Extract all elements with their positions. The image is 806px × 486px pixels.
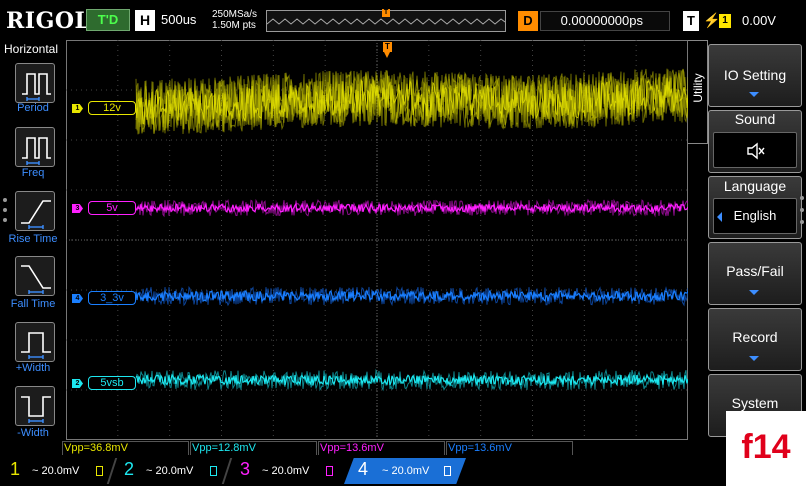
- delay-badge[interactable]: D: [518, 11, 538, 31]
- scroll-dot: [800, 196, 804, 200]
- utility-tab[interactable]: Utility: [688, 40, 708, 144]
- ch1-number: 1: [10, 459, 21, 479]
- period-icon: [22, 73, 51, 101]
- memory-position-bar[interactable]: T: [266, 9, 506, 32]
- ch2-number: 2: [124, 459, 135, 479]
- sample-rate: 250MSa/s: [212, 9, 258, 20]
- memory-depth: 1.50M pts: [212, 20, 256, 31]
- waveform-display[interactable]: T 1 12v 3 5v 4 3_3v 2 5vsb: [66, 40, 688, 440]
- scroll-dot: [800, 220, 804, 224]
- horizontal-badge[interactable]: H: [135, 10, 155, 31]
- negative-width-icon: [21, 396, 51, 423]
- io-setting-label: IO Setting: [723, 67, 787, 83]
- scroll-dot: [800, 208, 804, 212]
- panel-title: Horizontal: [4, 42, 59, 56]
- memory-trigger-marker: T: [382, 9, 390, 17]
- positive-width-icon: [21, 332, 51, 359]
- period-button[interactable]: [15, 63, 55, 103]
- language-value-box: English: [713, 198, 797, 234]
- language-label: Language: [723, 178, 787, 194]
- measurement-results: Vpp=36.8mV Vpp=12.8mV Vpp=13.6mV Vpp=13.…: [62, 441, 688, 455]
- ch4-label: 3_3v: [88, 291, 136, 305]
- ch1-label: 12v: [88, 101, 136, 115]
- delay-value[interactable]: 0.00000000ps: [540, 11, 670, 31]
- system-label: System: [731, 395, 779, 411]
- positive-width-button[interactable]: [15, 322, 55, 362]
- fall-time-label: Fall Time: [10, 298, 56, 310]
- run-state-badge[interactable]: T'D: [86, 9, 130, 31]
- ch3-label: 5v: [88, 201, 136, 215]
- figure-tag: f14: [726, 411, 806, 486]
- period-label: Period: [17, 102, 49, 114]
- ch3-scale: ~ 20.0mV: [262, 465, 310, 477]
- ch2-tab[interactable]: 2 ~ 20.0mV: [114, 458, 226, 484]
- fall-time-button[interactable]: [15, 256, 55, 296]
- speaker-icon-glyph: [747, 142, 765, 160]
- trigger-level[interactable]: 0.00V: [742, 13, 776, 28]
- rise-time-button[interactable]: [15, 191, 55, 231]
- sound-label: Sound: [734, 111, 776, 127]
- trigger-position-marker[interactable]: T: [383, 42, 392, 52]
- chevron-down-icon: [749, 92, 759, 97]
- rise-time-icon: [21, 200, 51, 229]
- speaker-muted-icon: [713, 132, 797, 168]
- language-value: English: [733, 208, 777, 223]
- ch4-scale: ~ 20.0mV: [382, 465, 430, 477]
- brand-logo: RIGOL: [6, 8, 91, 34]
- ch2-scale: ~ 20.0mV: [146, 465, 194, 477]
- bandwidth-limit-icon: [210, 466, 217, 476]
- rise-time-label: Rise Time: [8, 233, 58, 245]
- measurement-ch2[interactable]: Vpp=12.8mV: [190, 441, 317, 455]
- frequency-label: Freq: [21, 167, 45, 179]
- chevron-left-icon: [717, 212, 722, 222]
- sound-button[interactable]: Sound: [708, 110, 802, 173]
- bandwidth-limit-icon: [326, 466, 333, 476]
- frequency-icon: [22, 137, 51, 165]
- record-button[interactable]: Record: [708, 308, 802, 371]
- ch1-scale: ~ 20.0mV: [32, 465, 80, 477]
- measurement-ch1[interactable]: Vpp=36.8mV: [62, 441, 189, 455]
- utility-tab-label: Utility: [691, 73, 705, 103]
- language-button[interactable]: Language English: [708, 176, 802, 239]
- pass-fail-button[interactable]: Pass/Fail: [708, 242, 802, 305]
- ch2-label: 5vsb: [88, 376, 136, 390]
- trigger-position-arrow: [384, 52, 390, 58]
- bandwidth-limit-icon: [96, 466, 103, 476]
- ch1-tab[interactable]: 1 ~ 20.0mV: [0, 458, 112, 484]
- graticule: [66, 40, 688, 440]
- ch3-number: 3: [240, 459, 251, 479]
- fall-time-icon: [21, 265, 51, 294]
- ch4-number: 4: [358, 459, 369, 479]
- trigger-badge[interactable]: T: [683, 11, 699, 31]
- chevron-down-icon: [749, 356, 759, 361]
- horizontal-measure-panel: Horizontal Period Freq Rise Time Fall Ti…: [0, 40, 66, 454]
- scroll-dot: [3, 198, 7, 202]
- memory-waveform-preview: [267, 18, 505, 25]
- measurement-ch4[interactable]: Vpp=13.6mV: [446, 441, 573, 455]
- pass-fail-label: Pass/Fail: [726, 263, 784, 279]
- measurement-ch3[interactable]: Vpp=13.6mV: [318, 441, 445, 455]
- record-label: Record: [732, 329, 778, 345]
- trigger-source-badge: 1: [719, 14, 731, 28]
- scroll-dot: [3, 218, 7, 222]
- ch3-tab[interactable]: 3 ~ 20.0mV: [230, 458, 342, 484]
- timebase-value[interactable]: 500us: [161, 12, 196, 27]
- chevron-down-icon: [749, 290, 759, 295]
- positive-width-label: +Width: [15, 362, 51, 374]
- ch4-tab[interactable]: 4 ~ 20.0mV: [344, 458, 466, 484]
- channel-bar: 1 ~ 20.0mV 2 ~ 20.0mV 3 ~ 20.0mV 4 ~ 20.…: [0, 456, 726, 486]
- sample-info: 250MSa/s 1.50M pts: [212, 9, 257, 31]
- negative-width-label: -Width: [17, 427, 49, 439]
- negative-width-button[interactable]: [15, 386, 55, 426]
- bandwidth-limit-icon: [444, 466, 451, 476]
- rising-edge-icon: ⚡: [703, 12, 721, 28]
- status-bar: RIGOL T'D H 500us 250MSa/s 1.50M pts T D…: [0, 0, 806, 40]
- scroll-dot: [3, 208, 7, 212]
- frequency-button[interactable]: [15, 127, 55, 167]
- io-setting-button[interactable]: IO Setting: [708, 44, 802, 107]
